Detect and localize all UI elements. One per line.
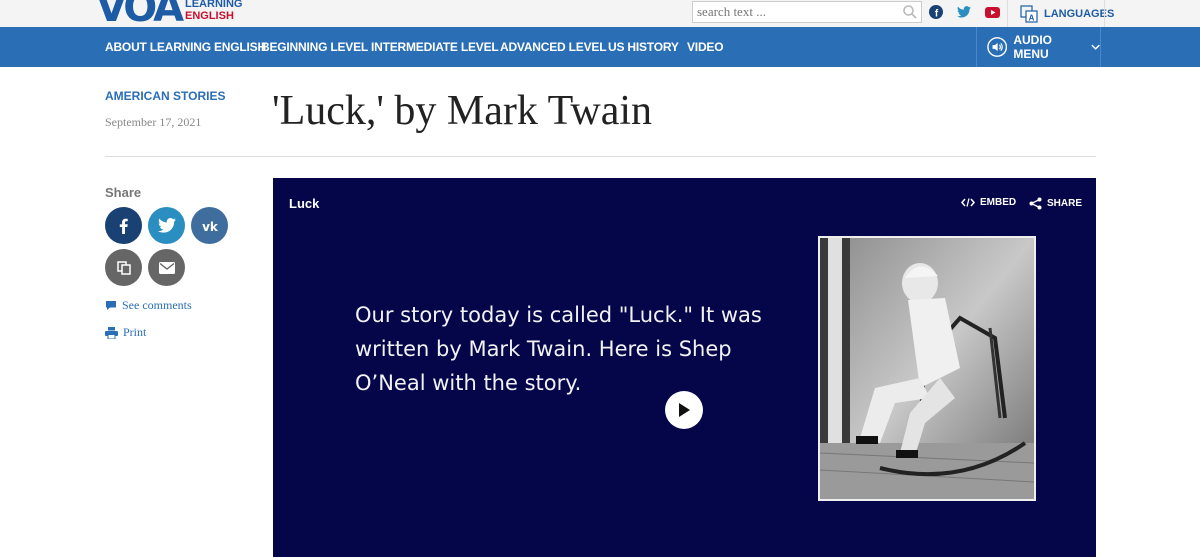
share-icon [1029, 197, 1042, 210]
embed-icon [961, 198, 975, 207]
share-twitter-button[interactable] [148, 207, 185, 244]
search-box [692, 1, 922, 23]
mark-twain-photo [818, 236, 1036, 501]
nav-item-beginning[interactable]: BEGINNING LEVEL [261, 40, 368, 54]
voa-logo[interactable]: VOA LEARNING ENGLISH [96, 0, 256, 31]
video-player[interactable]: Luck EMBED SHARE Our story today is call… [273, 178, 1096, 557]
vk-icon: vk [202, 220, 219, 232]
see-comments-label: See comments [122, 298, 192, 312]
header-divider [105, 156, 1096, 157]
audio-menu-label: AUDIO MENU [1013, 33, 1052, 61]
logo-text-learning: LEARNING [185, 0, 243, 10]
print-icon [105, 326, 118, 339]
share-label: Share [105, 185, 142, 200]
print-label: Print [123, 325, 147, 339]
comment-icon [106, 301, 116, 310]
email-share-button[interactable] [148, 249, 185, 286]
video-share-label: SHARE [1047, 198, 1083, 209]
share-vk-button[interactable]: vk [191, 207, 228, 244]
top-bar: VOA LEARNING ENGLISH f A LANGUAGES [0, 0, 1200, 31]
copy-link-button[interactable] [105, 249, 142, 286]
svg-text:A: A [1029, 13, 1035, 22]
main-nav: ABOUT LEARNING ENGLISH BEGINNING LEVEL I… [0, 27, 1200, 67]
chevron-down-icon [1091, 44, 1100, 50]
share-facebook-button[interactable] [105, 207, 142, 244]
video-share-button[interactable]: SHARE [1029, 197, 1082, 210]
nav-item-intermediate[interactable]: INTERMEDIATE LEVEL [371, 40, 499, 54]
nav-item-advanced[interactable]: ADVANCED LEVEL [500, 40, 607, 54]
page-title: 'Luck,' by Mark Twain [272, 88, 653, 134]
divider [1104, 0, 1105, 27]
embed-button[interactable]: EMBED [961, 197, 1016, 208]
rocking-chair-photo-image [820, 238, 1034, 499]
search-icon[interactable] [902, 4, 918, 20]
divider [1007, 0, 1008, 27]
audio-icon [987, 37, 1008, 57]
youtube-icon[interactable] [984, 4, 1000, 20]
play-button[interactable] [665, 391, 703, 429]
nav-item-about[interactable]: ABOUT LEARNING ENGLISH [105, 40, 266, 54]
svg-text:vk: vk [202, 220, 219, 232]
twitter-icon [157, 218, 176, 233]
article-category[interactable]: AMERICAN STORIES [105, 89, 225, 103]
logo-text-english: ENGLISH [185, 10, 234, 22]
play-icon [679, 403, 690, 417]
languages-button[interactable]: A LANGUAGES [1012, 0, 1122, 27]
email-icon [158, 261, 175, 274]
print-link[interactable]: Print [105, 325, 146, 340]
facebook-icon [119, 218, 128, 234]
article-date: September 17, 2021 [105, 115, 202, 129]
see-comments-link[interactable]: See comments [105, 298, 192, 313]
languages-icon: A [1020, 4, 1038, 23]
embed-label: EMBED [980, 197, 1017, 208]
twitter-icon[interactable] [956, 4, 972, 20]
audio-menu-button[interactable]: AUDIO MENU [976, 27, 1101, 67]
video-caption: Our story today is called "Luck." It was… [355, 303, 762, 395]
copy-icon [116, 260, 131, 275]
search-input[interactable] [693, 2, 893, 22]
facebook-icon[interactable]: f [928, 4, 944, 20]
nav-item-us-history[interactable]: US HISTORY [608, 40, 679, 54]
logo-mark: VOA [96, 0, 184, 31]
nav-item-video[interactable]: VIDEO [687, 40, 724, 54]
video-title: Luck [289, 196, 320, 211]
